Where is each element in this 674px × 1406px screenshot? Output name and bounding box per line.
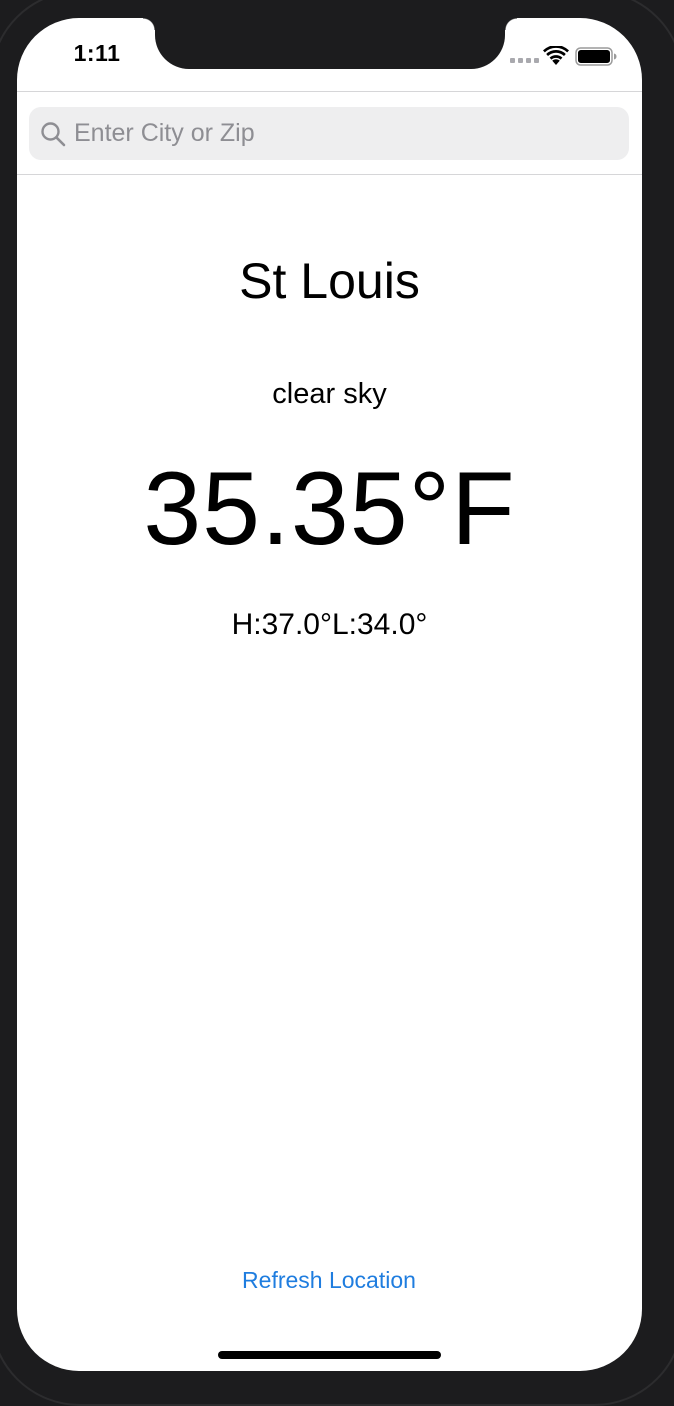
search-bar xyxy=(17,91,642,175)
wifi-icon xyxy=(543,46,569,65)
high-low-temperature: H:37.0°L:34.0° xyxy=(231,608,428,641)
current-temperature: 35.35°F xyxy=(143,451,516,567)
home-indicator[interactable] xyxy=(218,1351,441,1359)
weather-condition: clear sky xyxy=(272,378,387,410)
notch xyxy=(143,18,517,69)
app-screen: 1:11 St Louis clear sky xyxy=(17,18,642,1371)
cellular-signal-icon xyxy=(510,58,539,63)
status-time: 1:11 xyxy=(73,40,121,66)
device-frame: 1:11 St Louis clear sky xyxy=(0,0,674,1406)
city-name: St Louis xyxy=(239,253,420,309)
battery-icon xyxy=(575,47,617,66)
search-icon xyxy=(41,121,66,146)
search-input[interactable] xyxy=(74,119,614,148)
refresh-location-button[interactable]: Refresh Location xyxy=(229,1263,429,1298)
search-field[interactable] xyxy=(29,107,629,160)
